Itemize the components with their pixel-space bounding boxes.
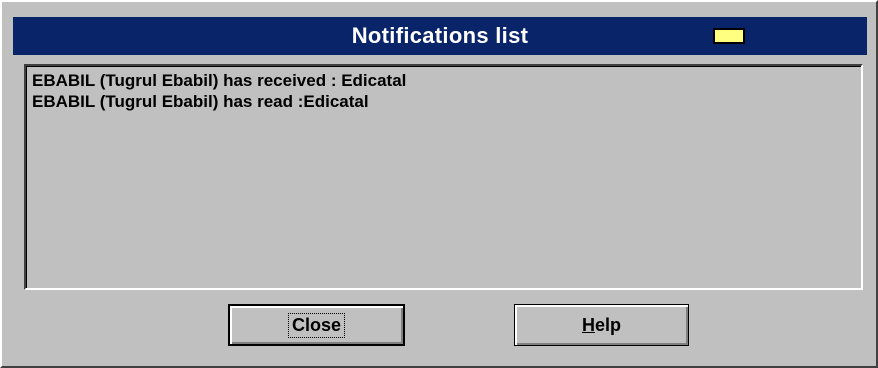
title-bar[interactable]: Notifications list: [13, 17, 867, 55]
status-indicator-icon: [713, 28, 745, 44]
close-button[interactable]: Close: [228, 304, 405, 346]
notifications-listbox[interactable]: EBABIL (Tugrul Ebabil) has received : Ed…: [24, 64, 863, 290]
close-button-label: Close: [287, 312, 346, 338]
help-accelerator-key: H: [581, 314, 595, 335]
list-item[interactable]: EBABIL (Tugrul Ebabil) has received : Ed…: [32, 70, 855, 91]
list-item[interactable]: EBABIL (Tugrul Ebabil) has read :Edicata…: [32, 91, 855, 112]
dialog-title: Notifications list: [351, 23, 529, 48]
notifications-dialog: Notifications list EBABIL (Tugrul Ebabil…: [0, 0, 878, 368]
help-button[interactable]: Help: [514, 304, 689, 346]
help-label-rest: elp: [594, 314, 621, 335]
help-button-label: Help: [582, 315, 621, 336]
